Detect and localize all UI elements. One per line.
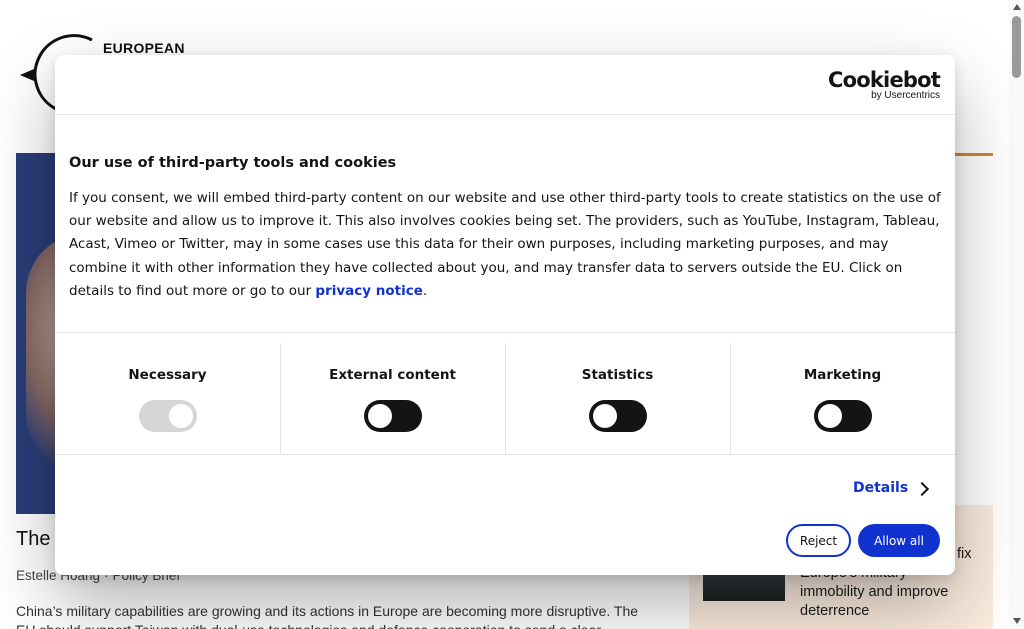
consent-external-content: External content bbox=[280, 333, 505, 454]
toggle-necessary bbox=[138, 400, 197, 432]
article-excerpt: China’s military capabilities are growin… bbox=[16, 603, 639, 629]
consent-marketing: Marketing bbox=[730, 333, 955, 454]
consent-label-statistics: Statistics bbox=[581, 367, 654, 383]
toggle-knob bbox=[168, 404, 193, 428]
consent-necessary: Necessary bbox=[55, 333, 280, 454]
toggle-knob bbox=[592, 404, 617, 428]
chevron-right-icon[interactable] bbox=[914, 481, 930, 497]
consent-label-marketing: Marketing bbox=[803, 367, 882, 383]
dialog-header: Cookiebot by Usercentrics bbox=[55, 55, 955, 115]
logo-text: EUROPEAN bbox=[103, 40, 185, 56]
privacy-notice-link[interactable]: privacy notice bbox=[315, 283, 423, 299]
dialog-body: Our use of third-party tools and cookies… bbox=[69, 155, 941, 303]
consent-label-external-content: External content bbox=[329, 367, 456, 383]
consent-categories: Necessary External content Statistics Ma… bbox=[55, 332, 955, 455]
consent-label-necessary: Necessary bbox=[128, 367, 207, 383]
allow-all-button[interactable]: Allow all bbox=[858, 524, 940, 557]
toggle-knob bbox=[817, 404, 842, 428]
related-title-line: deterrence bbox=[800, 603, 870, 619]
consent-statistics: Statistics bbox=[505, 333, 730, 454]
dialog-description: If you consent, we will embed third-part… bbox=[69, 190, 941, 299]
dialog-title: Our use of third-party tools and cookies bbox=[69, 155, 397, 171]
cookiebot-wordmark: Cookiebot bbox=[828, 68, 941, 92]
related-title-fragment: fix bbox=[957, 546, 972, 562]
page-scrollbar[interactable] bbox=[1009, 0, 1024, 629]
details-link[interactable]: Details bbox=[853, 480, 908, 496]
toggle-statistics[interactable] bbox=[588, 400, 647, 432]
related-title-line: immobility and improve bbox=[800, 584, 949, 600]
scroll-up-icon[interactable] bbox=[1013, 4, 1021, 10]
reject-button[interactable]: Reject bbox=[786, 524, 851, 557]
scrollbar-thumb[interactable] bbox=[1012, 16, 1021, 78]
scroll-down-icon[interactable] bbox=[1013, 618, 1021, 624]
toggle-knob bbox=[367, 404, 392, 428]
cookiebot-logo: Cookiebot by Usercentrics bbox=[828, 68, 941, 101]
toggle-external-content[interactable] bbox=[363, 400, 422, 432]
cookie-consent-dialog: Cookiebot by Usercentrics Our use of thi… bbox=[55, 55, 955, 575]
toggle-marketing[interactable] bbox=[813, 400, 872, 432]
